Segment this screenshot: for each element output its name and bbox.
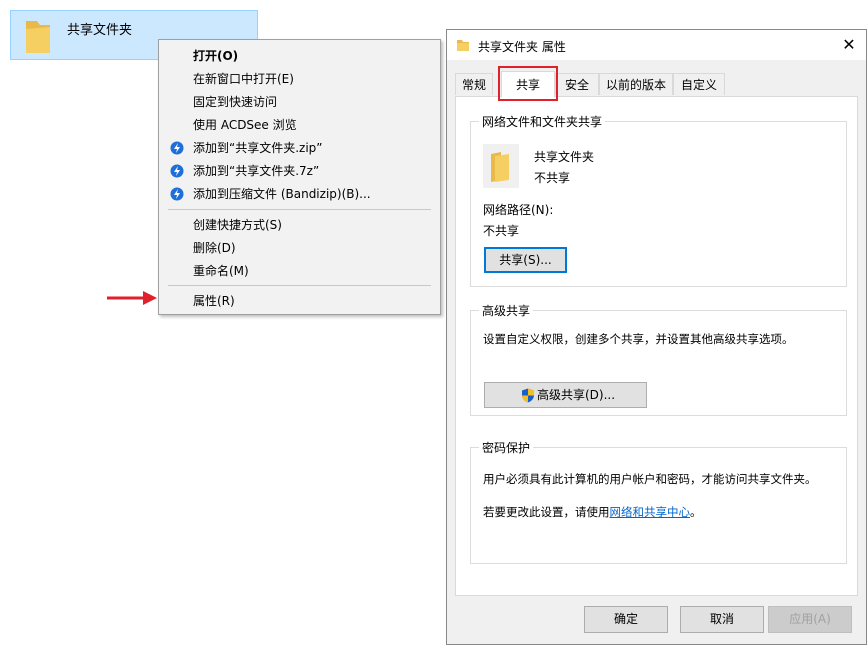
uac-shield-icon [522,388,534,403]
menu-item-open[interactable]: 打开(O) [159,45,440,67]
tab-previous-versions[interactable]: 以前的版本 [599,73,673,95]
tab-security[interactable]: 安全 [555,73,599,95]
close-icon[interactable]: ✕ [838,34,860,56]
menu-item-rename[interactable]: 重命名(M) [159,260,440,282]
dialog-titlebar[interactable]: 共享文件夹 属性 ✕ [447,30,866,60]
group-title: 密码保护 [479,439,534,456]
properties-dialog: 共享文件夹 属性 ✕ 常规 共享 安全 以前的版本 自定义 网络文件和文件夹共享… [446,29,867,645]
menu-item-add-bandizip[interactable]: 添加到压缩文件 (Bandizip)(B)... [159,183,440,205]
annotation-highlight-box [498,66,558,101]
advanced-sharing-description: 设置自定义权限，创建多个共享，并设置其他高级共享选项。 [483,332,794,346]
menu-item-pin-quick-access[interactable]: 固定到快速访问 [159,91,440,113]
tab-general[interactable]: 常规 [455,73,493,95]
dialog-title: 共享文件夹 属性 [478,40,566,54]
folder-icon [457,40,469,51]
bandizip-icon [170,187,184,201]
bandizip-icon [170,141,184,155]
cancel-button[interactable]: 取消 [680,606,764,633]
bandizip-icon [170,164,184,178]
advanced-sharing-group: 高级共享 设置自定义权限，创建多个共享，并设置其他高级共享选项。 高级共享(D)… [470,302,847,416]
menu-item-open-new-window[interactable]: 在新窗口中打开(E) [159,68,440,90]
annotation-arrow [107,291,157,305]
tab-customize[interactable]: 自定义 [673,73,725,95]
network-sharing-group: 网络文件和文件夹共享 共享文件夹 不共享 网络路径(N): 不共享 共享(S).… [470,113,847,287]
password-protection-description: 用户必须具有此计算机的用户帐户和密码，才能访问共享文件夹。 [483,472,817,486]
menu-separator [168,285,431,286]
share-button[interactable]: 共享(S)... [484,247,567,273]
menu-item-delete[interactable]: 删除(D) [159,237,440,259]
share-status: 不共享 [534,171,571,185]
password-protection-group: 密码保护 用户必须具有此计算机的用户帐户和密码，才能访问共享文件夹。 若要更改此… [470,439,847,564]
network-path-label: 网络路径(N): [483,203,554,217]
menu-item-acdsee[interactable]: 使用 ACDSee 浏览 [159,114,440,136]
apply-button[interactable]: 应用(A) [768,606,852,633]
network-sharing-center-link[interactable]: 网络和共享中心 [610,505,691,519]
menu-item-create-shortcut[interactable]: 创建快捷方式(S) [159,214,440,236]
shared-folder-name: 共享文件夹 [534,150,595,164]
menu-item-add-zip[interactable]: 添加到“共享文件夹.zip” [159,137,440,159]
group-title: 高级共享 [479,302,534,319]
context-menu: 打开(O) 在新窗口中打开(E) 固定到快速访问 使用 ACDSee 浏览 添加… [158,39,441,315]
network-path-value: 不共享 [483,224,520,238]
folder-icon [483,144,519,188]
change-setting-text: 若要更改此设置，请使用网络和共享中心。 [483,505,702,519]
ok-button[interactable]: 确定 [584,606,668,633]
menu-separator [168,209,431,210]
folder-name: 共享文件夹 [67,23,133,38]
group-title: 网络文件和文件夹共享 [479,113,606,130]
menu-item-properties[interactable]: 属性(R) [159,290,440,312]
advanced-sharing-button[interactable]: 高级共享(D)... [484,382,647,408]
folder-icon [26,21,50,53]
menu-item-add-7z[interactable]: 添加到“共享文件夹.7z” [159,160,440,182]
sharing-tab-page: 网络文件和文件夹共享 共享文件夹 不共享 网络路径(N): 不共享 共享(S).… [455,96,858,596]
